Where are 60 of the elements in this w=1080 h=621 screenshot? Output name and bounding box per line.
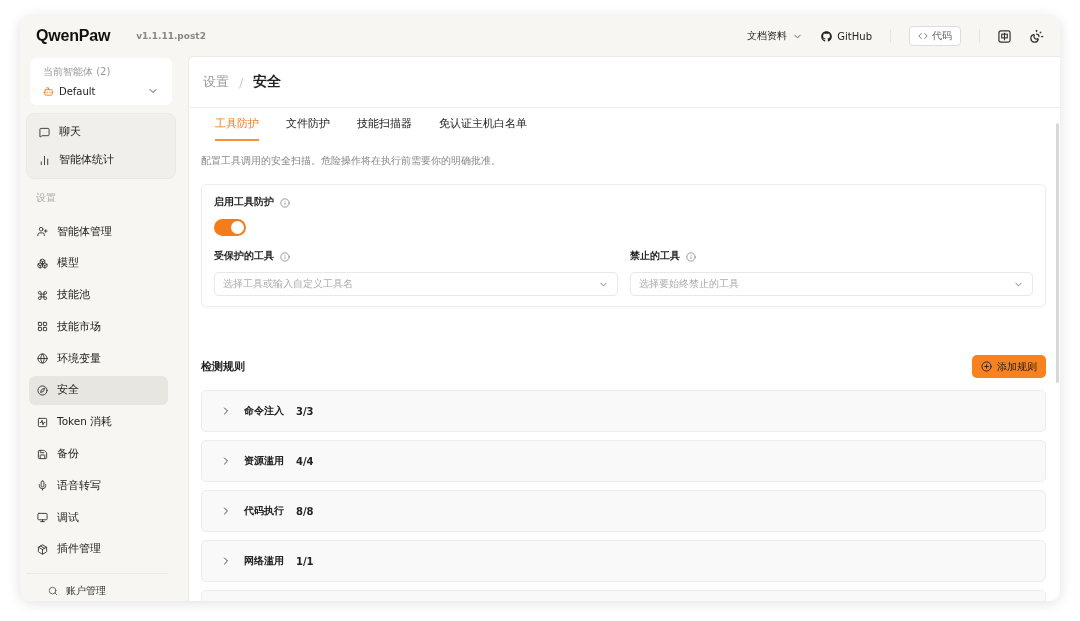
command-icon <box>37 289 48 301</box>
sidebar-item[interactable]: 插件管理 <box>29 534 168 564</box>
globe-icon <box>37 353 48 365</box>
sidebar-item[interactable]: 语音转写 <box>29 471 168 501</box>
page-title: 安全 <box>253 73 282 91</box>
microphone-icon <box>37 480 48 492</box>
version-label: v1.1.11.post2 <box>136 31 206 41</box>
sidebar-item[interactable]: 技能市场 <box>29 312 168 342</box>
add-rule-button[interactable]: 添加规则 <box>972 355 1046 378</box>
grid-icon <box>37 321 48 333</box>
sun-moon-icon[interactable] <box>1029 28 1044 44</box>
sidebar-item[interactable]: 聊天 <box>27 118 175 146</box>
field-label: 禁止的工具 <box>629 250 680 263</box>
info-icon <box>685 251 696 262</box>
agent-select[interactable]: Default <box>43 85 159 97</box>
user-plus-icon <box>37 226 48 237</box>
rule-row[interactable]: 资源滥用 4/4 <box>201 440 1046 482</box>
account-link[interactable]: 账户管理 <box>66 583 106 598</box>
robot-icon <box>43 85 54 97</box>
github-link[interactable]: GitHub <box>821 30 872 42</box>
docs-menu[interactable]: 文档资料 <box>747 29 804 43</box>
sidebar-item[interactable]: 环境变量 <box>29 344 168 374</box>
tab[interactable]: 文件防护 <box>286 114 330 141</box>
tab[interactable]: 技能扫描器 <box>357 114 412 141</box>
sidebar-item[interactable]: 模型 <box>29 248 168 278</box>
github-icon <box>821 30 833 42</box>
section-title: 检测规则 <box>201 359 245 374</box>
package-icon <box>37 543 48 555</box>
sidebar-item[interactable]: 智能体统计 <box>27 146 175 174</box>
sidebar-item[interactable]: 技能池 <box>29 280 168 310</box>
section-label: 设置 <box>36 191 57 205</box>
info-icon <box>280 251 290 262</box>
sidebar-item[interactable]: 备份 <box>29 439 168 469</box>
sidebar-item[interactable]: 调试 <box>29 503 168 533</box>
activity-chart-icon <box>37 416 48 428</box>
bar-chart-icon <box>39 154 50 166</box>
rule-row[interactable]: 命令注入 3/3 <box>201 390 1046 432</box>
monitor-icon <box>37 512 48 524</box>
sidebar-item[interactable]: 智能体管理 <box>29 217 168 246</box>
code-icon <box>918 31 928 41</box>
message-icon <box>39 126 50 138</box>
sidebar-item[interactable]: 安全 <box>29 376 168 405</box>
search-icon <box>48 585 58 596</box>
rule-row[interactable]: 代码执行 8/8 <box>201 490 1046 532</box>
tab[interactable]: 免认证主机白名单 <box>439 114 527 141</box>
rule-row[interactable]: 网络滥用 1/1 <box>201 540 1046 582</box>
agent-label: 当前智能体 (2) <box>43 65 112 79</box>
boxes-icon <box>37 257 48 269</box>
breadcrumb-separator: / <box>239 74 244 90</box>
info-icon <box>280 197 290 208</box>
description-text: 配置工具调用的安全扫描。危险操作将在执行前需要你的明确批准。 <box>201 155 502 168</box>
code-button[interactable]: 代码 <box>909 26 961 46</box>
compass-icon <box>37 385 48 396</box>
sidebar-item[interactable]: Token 消耗 <box>29 407 168 437</box>
language-icon[interactable] <box>998 29 1011 43</box>
field-label: 受保护的工具 <box>214 250 274 263</box>
plus-circle-icon <box>981 361 992 372</box>
app-logo: QwenPaw <box>36 27 111 45</box>
field-label: 启用工具防护 <box>214 196 274 209</box>
toggle-switch[interactable] <box>214 219 246 236</box>
